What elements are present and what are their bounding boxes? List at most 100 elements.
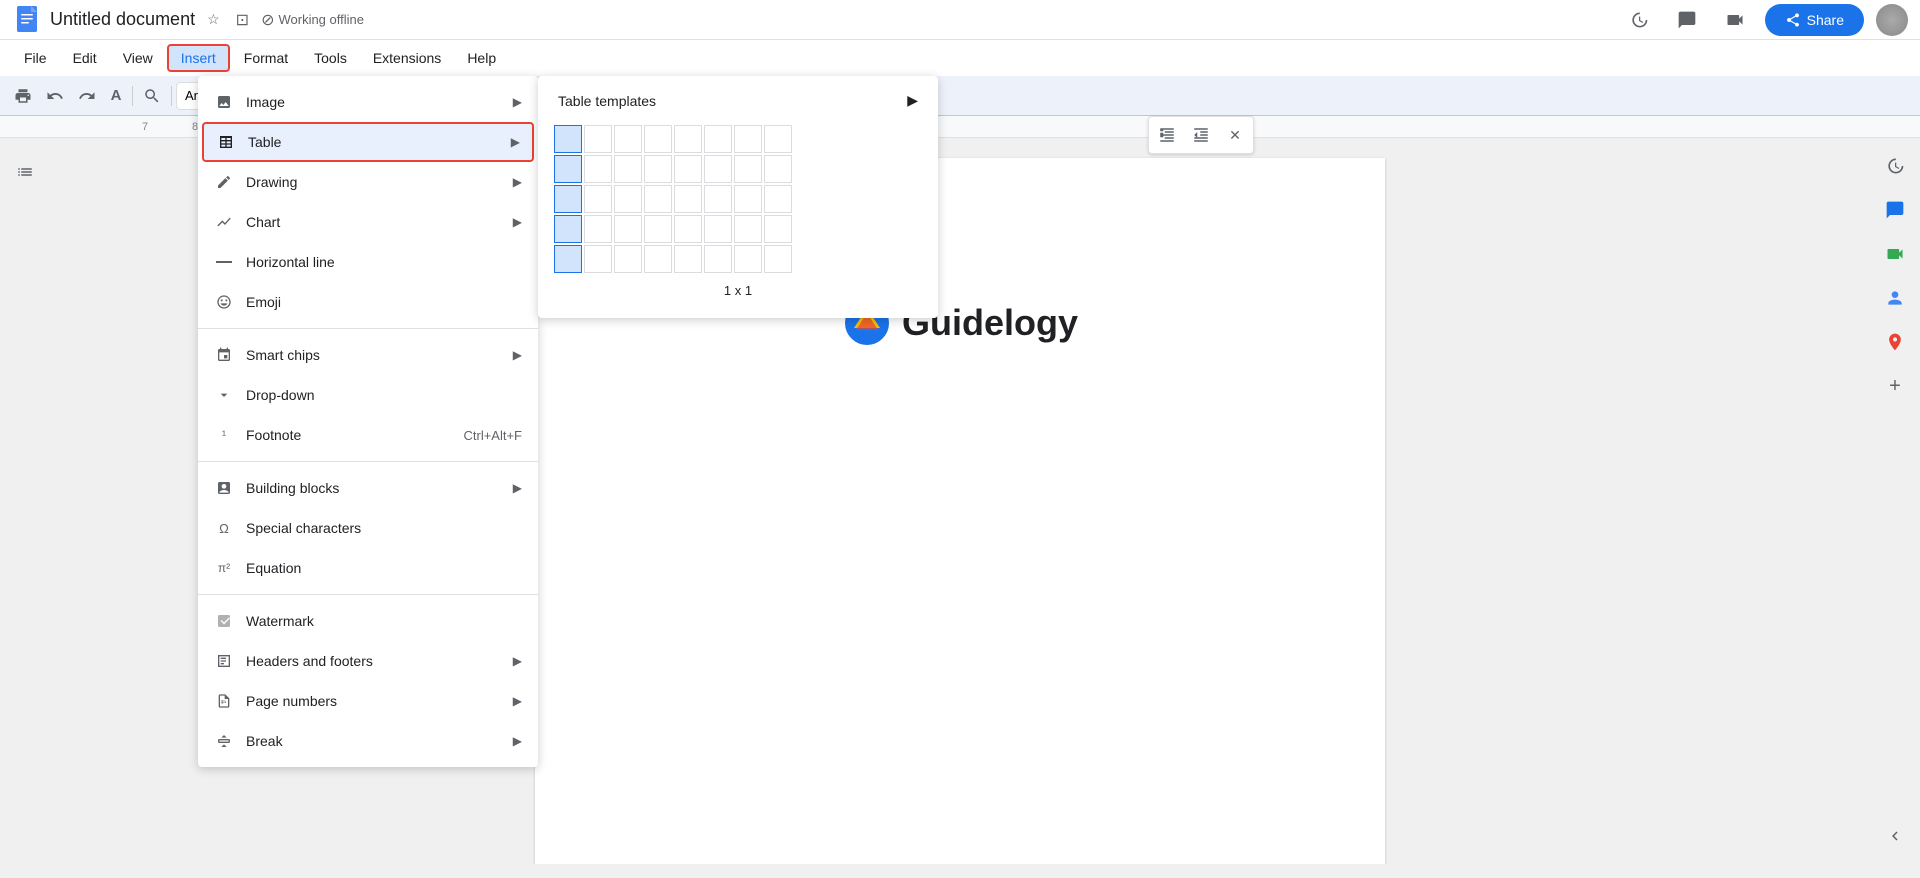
- user-avatar[interactable]: [1876, 4, 1908, 36]
- menu-item-special-characters[interactable]: Ω Special characters: [198, 508, 538, 548]
- menu-item-footnote[interactable]: ¹ Footnote Ctrl+Alt+F: [198, 415, 538, 455]
- spellcheck-btn[interactable]: A: [104, 82, 128, 110]
- menu-item-smart-chips[interactable]: Smart chips ▶: [198, 335, 538, 375]
- folder-icon[interactable]: ⊡: [232, 8, 253, 32]
- divider-a: [198, 328, 538, 329]
- top-bar: Untitled document ☆ ⊡ ⊘ Working offline …: [0, 0, 1920, 40]
- grid-cell[interactable]: [644, 245, 672, 273]
- right-comments-btn[interactable]: [1877, 192, 1913, 228]
- grid-cell[interactable]: [614, 245, 642, 273]
- grid-cell[interactable]: [554, 185, 582, 213]
- menu-item-image[interactable]: Image ▶: [198, 82, 538, 122]
- grid-cell[interactable]: [704, 215, 732, 243]
- menu-tools[interactable]: Tools: [302, 44, 359, 72]
- grid-cell[interactable]: [734, 215, 762, 243]
- right-collapse-btn[interactable]: [1877, 818, 1913, 854]
- grid-cell[interactable]: [584, 155, 612, 183]
- indent-decrease-btn[interactable]: [1185, 119, 1217, 151]
- menu-item-drawing[interactable]: Drawing ▶: [198, 162, 538, 202]
- search-btn[interactable]: [137, 82, 167, 110]
- grid-cell[interactable]: [614, 185, 642, 213]
- grid-cell[interactable]: [554, 215, 582, 243]
- right-people-btn[interactable]: [1877, 280, 1913, 316]
- grid-cell[interactable]: [734, 155, 762, 183]
- grid-cell[interactable]: [764, 185, 792, 213]
- grid-cell[interactable]: [674, 245, 702, 273]
- grid-cell[interactable]: [584, 125, 612, 153]
- meet-icon-btn[interactable]: [1717, 2, 1753, 38]
- menu-item-break[interactable]: Break ▶: [198, 721, 538, 761]
- share-button[interactable]: Share: [1765, 4, 1864, 36]
- grid-cell[interactable]: [704, 155, 732, 183]
- menu-item-dropdown[interactable]: Drop-down: [198, 375, 538, 415]
- menu-insert[interactable]: Insert: [167, 44, 230, 72]
- grid-cell[interactable]: [614, 125, 642, 153]
- menu-item-horizontal-line[interactable]: Horizontal line: [198, 242, 538, 282]
- grid-cell[interactable]: [584, 215, 612, 243]
- grid-cell[interactable]: [644, 185, 672, 213]
- right-add-btn[interactable]: +: [1877, 368, 1913, 404]
- menu-item-headers-footers[interactable]: Headers and footers ▶: [198, 641, 538, 681]
- menu-item-emoji[interactable]: Emoji: [198, 282, 538, 322]
- menu-extensions[interactable]: Extensions: [361, 44, 453, 72]
- menu-item-watermark[interactable]: Watermark: [198, 601, 538, 641]
- grid-cell[interactable]: [734, 125, 762, 153]
- grid-cell[interactable]: [554, 125, 582, 153]
- grid-cell[interactable]: [764, 245, 792, 273]
- menu-format[interactable]: Format: [232, 44, 300, 72]
- star-icon[interactable]: ☆: [203, 9, 224, 30]
- redo-btn[interactable]: [72, 82, 102, 110]
- menu-item-page-numbers[interactable]: Page numbers ▶: [198, 681, 538, 721]
- image-icon: [214, 92, 234, 112]
- menu-edit[interactable]: Edit: [61, 44, 109, 72]
- grid-cell[interactable]: [584, 245, 612, 273]
- grid-cell[interactable]: [674, 215, 702, 243]
- grid-cell[interactable]: [764, 215, 792, 243]
- grid-cell[interactable]: [614, 215, 642, 243]
- emoji-icon: [214, 292, 234, 312]
- watermark-icon: [214, 611, 234, 631]
- menu-item-chart[interactable]: Chart ▶: [198, 202, 538, 242]
- chart-icon: [214, 212, 234, 232]
- table-grid-area: 1 x 1: [546, 117, 930, 310]
- grid-cell[interactable]: [704, 125, 732, 153]
- right-maps-btn[interactable]: [1877, 324, 1913, 360]
- grid-cell[interactable]: [734, 245, 762, 273]
- grid-cell[interactable]: [674, 185, 702, 213]
- grid-cell[interactable]: [644, 155, 672, 183]
- menu-view[interactable]: View: [111, 44, 165, 72]
- grid-cell[interactable]: [644, 125, 672, 153]
- table-templates-option[interactable]: Table templates ▶: [546, 84, 930, 117]
- app-icon[interactable]: [12, 5, 42, 35]
- menu-item-equation[interactable]: π² Equation: [198, 548, 538, 588]
- grid-cell[interactable]: [704, 245, 732, 273]
- list-icon: [10, 158, 40, 186]
- right-meet-btn[interactable]: [1877, 236, 1913, 272]
- grid-cell[interactable]: [734, 185, 762, 213]
- insert-dropdown-menu: Image ▶ Table ▶ Drawing ▶ Chart ▶ Horizo…: [198, 76, 538, 767]
- undo-btn[interactable]: [40, 82, 70, 110]
- table-grid[interactable]: [554, 125, 922, 273]
- grid-cell[interactable]: [704, 185, 732, 213]
- indent-increase-btn[interactable]: [1151, 119, 1183, 151]
- grid-cell[interactable]: [584, 185, 612, 213]
- smart-chips-icon: [214, 345, 234, 365]
- grid-cell[interactable]: [644, 215, 672, 243]
- menu-help[interactable]: Help: [455, 44, 508, 72]
- grid-cell[interactable]: [554, 245, 582, 273]
- indent-close-btn[interactable]: ✕: [1219, 119, 1251, 151]
- menu-item-building-blocks[interactable]: Building blocks ▶: [198, 468, 538, 508]
- grid-cell[interactable]: [614, 155, 642, 183]
- break-icon: [214, 731, 234, 751]
- grid-cell[interactable]: [674, 125, 702, 153]
- right-history-btn[interactable]: [1877, 148, 1913, 184]
- grid-cell[interactable]: [674, 155, 702, 183]
- comments-icon-btn[interactable]: [1669, 2, 1705, 38]
- menu-file[interactable]: File: [12, 44, 59, 72]
- print-btn[interactable]: [8, 82, 38, 110]
- menu-item-table[interactable]: Table ▶: [202, 122, 534, 162]
- grid-cell[interactable]: [764, 155, 792, 183]
- grid-cell[interactable]: [764, 125, 792, 153]
- grid-cell[interactable]: [554, 155, 582, 183]
- history-icon-btn[interactable]: [1621, 2, 1657, 38]
